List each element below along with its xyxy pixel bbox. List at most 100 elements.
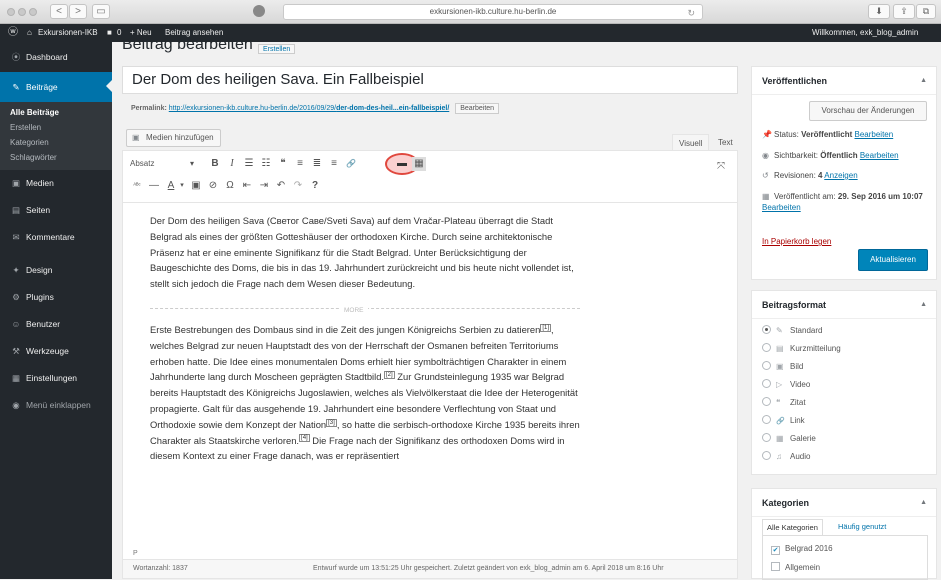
format-option-image[interactable]: ▣ Bild (762, 361, 803, 371)
status-edit-link[interactable]: Bearbeiten (855, 130, 894, 139)
insert-link-button[interactable]: 🔗 (344, 157, 358, 171)
numbered-list-button[interactable]: ☷ (259, 157, 273, 171)
trash-link[interactable]: In Papierkorb legen (762, 237, 831, 246)
collapse-arrow-icon[interactable]: ▲ (920, 489, 927, 517)
privacy-shield-icon[interactable] (253, 5, 265, 17)
sidebar-toggle-icon[interactable]: ▭ (92, 4, 110, 19)
post-title-input[interactable]: Der Dom des heiligen Sava. Ein Fallbeisp… (122, 66, 738, 94)
published-edit-link[interactable]: Bearbeiten (762, 203, 801, 212)
help-button[interactable]: ? (308, 179, 322, 193)
sidebar-item-benutzer[interactable]: ☺ Benutzer (0, 311, 112, 338)
bullet-list-button[interactable]: ☰ (242, 157, 256, 171)
categories-header[interactable]: Kategorien ▲ (752, 489, 936, 517)
tab-all-categories[interactable]: Alle Kategorien (762, 519, 823, 535)
strikethrough-button[interactable]: ᴬᴮᶜ (130, 179, 144, 193)
submenu-tags[interactable]: Schlagwörter (0, 150, 112, 165)
radio[interactable] (762, 451, 771, 460)
reload-icon[interactable]: ↻ (687, 6, 695, 20)
text-color-dropdown-icon[interactable]: ▾ (175, 179, 189, 193)
sidebar-item-werkzeuge[interactable]: ⚒ Werkzeuge (0, 338, 112, 365)
wordpress-logo-icon[interactable]: ⓦ (8, 24, 18, 42)
align-right-button[interactable]: ≡ (327, 157, 341, 171)
format-option-quote[interactable]: ❝ Zitat (762, 397, 806, 407)
sidebar-item-dashboard[interactable]: ⦿ Dashboard (0, 42, 112, 72)
format-option-gallery[interactable]: ▦ Galerie (762, 433, 816, 443)
bold-button[interactable]: B (208, 157, 222, 171)
radio[interactable] (762, 379, 771, 388)
category-item[interactable]: Allgemein (771, 562, 820, 572)
back-button-icon[interactable]: < (50, 4, 68, 19)
publish-panel-header[interactable]: Veröffentlichen ▲ (752, 67, 936, 95)
home-icon[interactable]: ⌂ (27, 24, 32, 42)
add-new-button[interactable]: Erstellen (258, 44, 296, 54)
redo-button[interactable]: ↷ (291, 179, 305, 193)
blockquote-button[interactable]: ❝ (276, 157, 290, 171)
align-center-button[interactable]: ≣ (310, 157, 324, 171)
submenu-new-post[interactable]: Erstellen (0, 120, 112, 135)
footnote-link[interactable]: [4] (299, 434, 310, 443)
radio[interactable] (762, 361, 771, 370)
checkbox[interactable] (771, 562, 780, 571)
download-icon[interactable]: ⬇ (868, 4, 890, 19)
submenu-categories[interactable]: Kategorien (0, 135, 112, 150)
radio-checked[interactable] (762, 325, 771, 334)
format-option-standard[interactable]: ✎ Standard (762, 325, 822, 335)
sidebar-item-beitraege[interactable]: ✎ Beiträge (0, 72, 112, 102)
format-option-link[interactable]: 🔗 Link (762, 415, 805, 425)
visibility-edit-link[interactable]: Bearbeiten (860, 151, 899, 160)
url-bar[interactable]: exkursionen-ikb.culture.hu-berlin.de ↻ (283, 4, 703, 20)
radio[interactable] (762, 343, 771, 352)
submenu-all-posts[interactable]: Alle Beiträge (0, 105, 112, 120)
read-more-button[interactable]: ▬ (395, 157, 409, 171)
preview-changes-button[interactable]: Vorschau der Änderungen (809, 101, 927, 121)
footnote-link[interactable]: [2] (384, 371, 395, 380)
toolbar-toggle-button[interactable]: ▦ (412, 157, 426, 171)
fullscreen-icon[interactable]: ⤧ (717, 161, 725, 172)
radio[interactable] (762, 397, 771, 406)
format-option-aside[interactable]: ▤ Kurzmitteilung (762, 343, 841, 353)
sidebar-item-design[interactable]: ✦ Design (0, 257, 112, 284)
align-left-button[interactable]: ≡ (293, 157, 307, 171)
permalink-link[interactable]: http://exkursionen-ikb.culture.hu-berlin… (169, 105, 450, 112)
editor-content[interactable]: Der Dom des heiligen Sava (Светог Саве/S… (150, 213, 580, 464)
comments-count[interactable]: 0 (117, 24, 121, 42)
sidebar-item-seiten[interactable]: ▤ Seiten (0, 197, 112, 224)
clear-formatting-button[interactable]: ⊘ (206, 179, 220, 193)
site-name-link[interactable]: Exkursionen-IKB (38, 24, 98, 42)
tab-most-used[interactable]: Häufig genutzt (838, 519, 886, 535)
format-select[interactable]: Absatz ▾ (130, 159, 194, 168)
collapse-arrow-icon[interactable]: ▲ (920, 291, 927, 319)
collapse-arrow-icon[interactable]: ▲ (920, 67, 927, 95)
horizontal-line-button[interactable]: — (147, 179, 161, 193)
sidebar-item-kommentare[interactable]: ✉ Kommentare (0, 224, 112, 251)
category-item[interactable]: ✔ Belgrad 2016 (771, 544, 833, 555)
sidebar-item-collapse[interactable]: ◉ Menü einklappen (0, 392, 112, 419)
radio[interactable] (762, 433, 771, 442)
more-tag[interactable]: MORE (150, 300, 580, 322)
update-button[interactable]: Aktualisieren (858, 249, 928, 271)
checkbox-checked[interactable]: ✔ (771, 546, 780, 555)
paste-as-text-button[interactable]: ▣ (189, 179, 203, 193)
comments-icon[interactable]: ■ (107, 24, 112, 42)
radio[interactable] (762, 415, 771, 424)
special-character-button[interactable]: Ω (223, 179, 237, 193)
outdent-button[interactable]: ⇤ (240, 179, 254, 193)
user-greeting[interactable]: Willkommen, exk_blog_admin (812, 24, 918, 42)
footnote-link[interactable]: [1] (540, 323, 552, 332)
tabs-icon[interactable]: ⧉ (916, 4, 936, 19)
forward-button-icon[interactable]: > (69, 4, 87, 19)
permalink-edit-button[interactable]: Bearbeiten (455, 103, 500, 114)
revisions-link[interactable]: Anzeigen (824, 171, 857, 180)
share-icon[interactable]: ⇪ (893, 4, 915, 19)
add-media-button[interactable]: ▣ Medien hinzufügen (126, 129, 221, 147)
format-option-video[interactable]: ▷ Video (762, 379, 810, 389)
window-controls[interactable] (7, 8, 40, 18)
undo-button[interactable]: ↶ (274, 179, 288, 193)
sidebar-item-plugins[interactable]: ⚙ Plugins (0, 284, 112, 311)
indent-button[interactable]: ⇥ (257, 179, 271, 193)
format-option-audio[interactable]: ♫ Audio (762, 451, 810, 461)
sidebar-item-einstellungen[interactable]: ▦ Einstellungen (0, 365, 112, 392)
post-format-header[interactable]: Beitragsformat ▲ (752, 291, 936, 319)
italic-button[interactable]: I (225, 157, 239, 171)
footnote-link[interactable]: [3] (326, 418, 337, 427)
